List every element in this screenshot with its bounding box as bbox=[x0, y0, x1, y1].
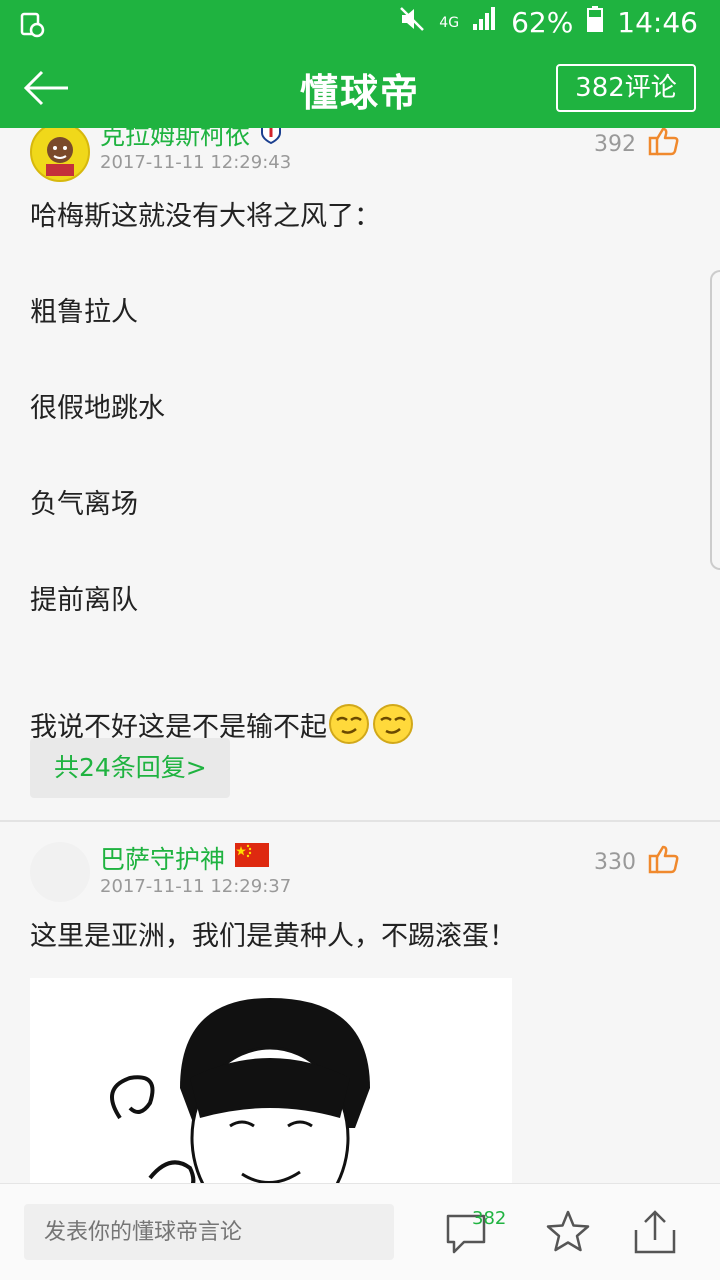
thumbs-up-icon bbox=[648, 128, 680, 162]
comment-line: 提前离队 bbox=[30, 585, 138, 616]
avatar[interactable] bbox=[30, 128, 90, 182]
smirk-emoji-icon bbox=[327, 702, 371, 755]
meme-image[interactable] bbox=[30, 978, 512, 1183]
like-button[interactable]: 330 bbox=[594, 844, 680, 880]
like-count: 392 bbox=[594, 131, 636, 157]
comment-line: 负气离场 bbox=[30, 489, 138, 520]
notification-icon bbox=[20, 12, 46, 42]
status-bar: 4G 62% 14:46 bbox=[0, 0, 720, 50]
team-badge-icon bbox=[260, 128, 282, 151]
share-icon[interactable] bbox=[630, 1208, 680, 1258]
username[interactable]: 巴萨守护神 bbox=[100, 840, 270, 876]
comment-list[interactable]: 克拉姆斯柯依 2017-11-11 12:29:43 392 哈梅斯这就没有大将… bbox=[0, 128, 720, 1183]
comment-body: 这里是亚洲，我们是黄种人，不踢滚蛋！ bbox=[30, 921, 516, 952]
comment-count-badge: 382 bbox=[472, 1208, 507, 1229]
battery-icon bbox=[587, 6, 604, 39]
signal-icon bbox=[473, 6, 497, 39]
bottom-bar: 382 bbox=[0, 1183, 720, 1280]
avatar[interactable] bbox=[30, 842, 90, 902]
thumbs-up-icon bbox=[648, 844, 680, 880]
timestamp: 2017-11-11 12:29:37 bbox=[100, 876, 292, 897]
comment-item: 巴萨守护神 2017-11-11 12:29:37 330 这里是亚洲，我们是黄… bbox=[0, 822, 720, 1183]
comment-body: 哈梅斯这就没有大将之风了： 粗鲁拉人 很假地跳水 负气离场 提前离队 我说不好这… bbox=[30, 200, 415, 776]
smirk-emoji-icon bbox=[371, 702, 415, 755]
comment-input[interactable] bbox=[24, 1204, 394, 1260]
app-bar: 懂球帝 382评论 bbox=[0, 50, 720, 128]
comment-line: 很假地跳水 bbox=[30, 393, 165, 424]
comment-count-button[interactable]: 382评论 bbox=[556, 64, 696, 112]
username[interactable]: 克拉姆斯柯依 bbox=[100, 128, 282, 152]
scrollbar[interactable] bbox=[710, 270, 720, 570]
comment-line: 粗鲁拉人 bbox=[30, 297, 138, 328]
china-flag-icon bbox=[235, 843, 270, 873]
view-replies-button[interactable]: 共24条回复> bbox=[30, 738, 230, 798]
comment-line: 哈梅斯这就没有大将之风了： bbox=[30, 201, 381, 232]
network-label: 4G bbox=[439, 14, 460, 31]
timestamp: 2017-11-11 12:29:43 bbox=[100, 152, 292, 173]
mute-icon bbox=[399, 6, 425, 39]
star-icon[interactable] bbox=[544, 1208, 592, 1256]
like-count: 330 bbox=[594, 849, 636, 875]
battery-percent: 62% bbox=[511, 6, 574, 39]
like-button[interactable]: 392 bbox=[594, 128, 680, 162]
clock: 14:46 bbox=[617, 6, 698, 39]
